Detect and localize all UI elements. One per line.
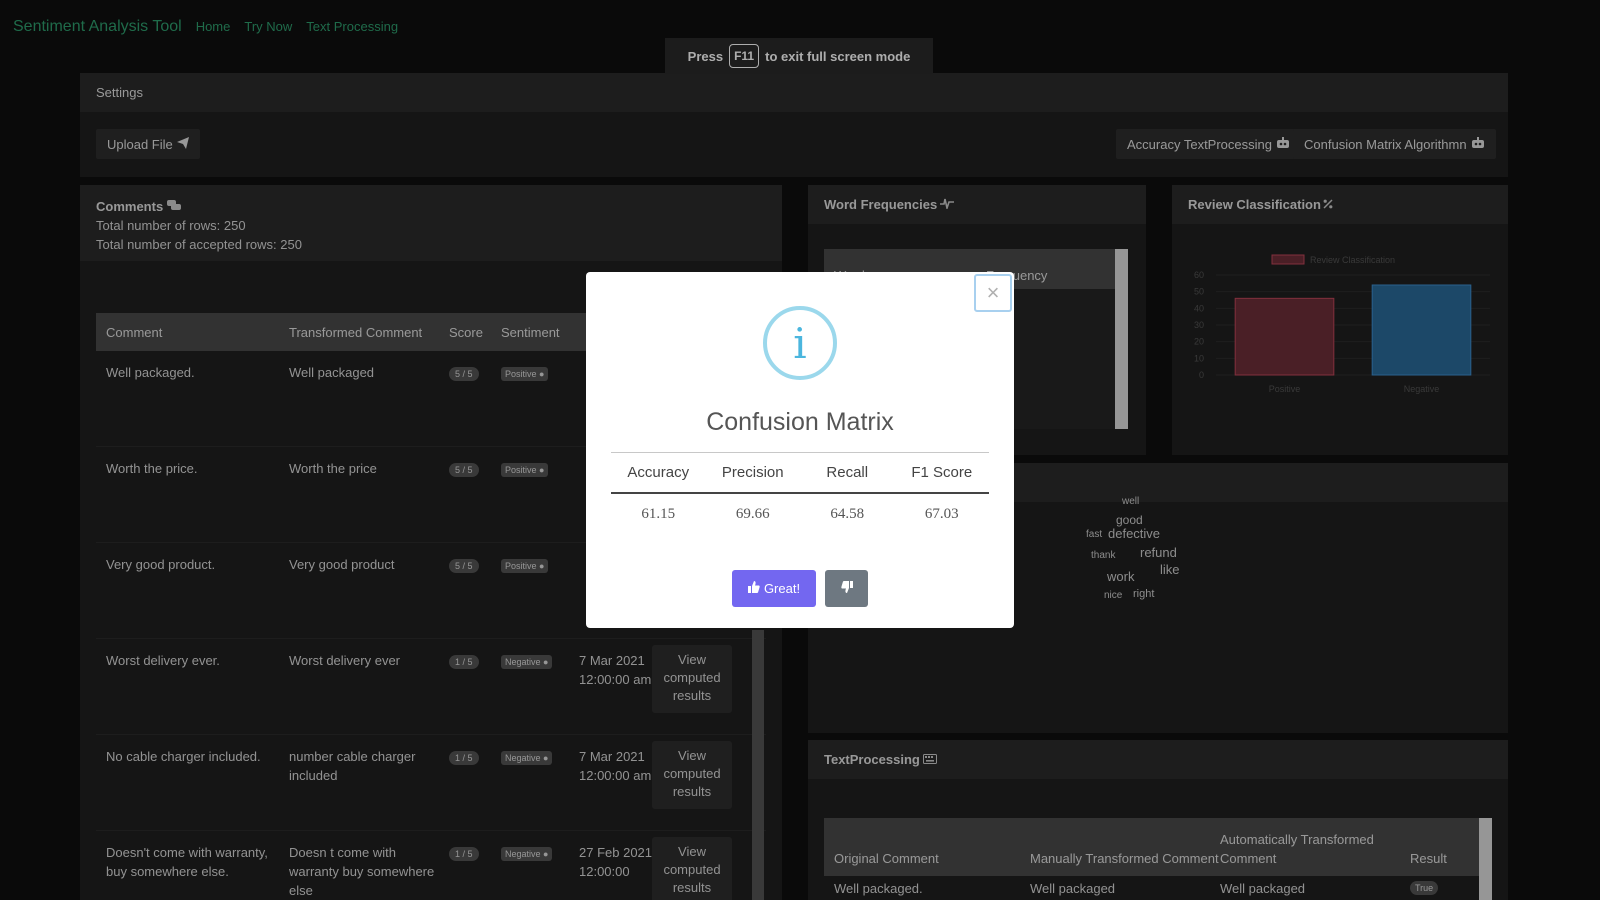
metrics-header: Accuracy Precision Recall F1 Score [611, 453, 989, 494]
thumbs-down-icon [840, 581, 853, 596]
info-glyph: i [793, 318, 807, 368]
thumbs-down-button[interactable] [825, 570, 868, 607]
metrics-table: Accuracy Precision Recall F1 Score 61.15… [611, 452, 989, 535]
modal-title: Confusion Matrix [706, 408, 894, 436]
metric-recall-header: Recall [826, 464, 869, 481]
metric-f1-header: F1 Score [911, 464, 973, 481]
confusion-matrix-modal: × i Confusion Matrix Accuracy Precision … [586, 272, 1014, 628]
metric-precision-value: 69.66 [735, 506, 770, 522]
info-icon: i [763, 306, 837, 380]
metrics-values: 61.15 69.66 64.58 67.03 [611, 494, 989, 535]
metric-recall-value: 64.58 [830, 506, 865, 522]
great-button[interactable]: Great! [732, 570, 816, 607]
thumbs-up-icon [747, 581, 760, 596]
close-icon[interactable]: × [974, 274, 1012, 312]
great-label: Great! [763, 581, 801, 596]
metric-accuracy-header: Accuracy [627, 464, 690, 481]
metric-precision-header: Precision [721, 464, 784, 481]
metric-f1-value: 67.03 [924, 506, 959, 522]
metric-accuracy-value: 61.15 [641, 506, 676, 522]
